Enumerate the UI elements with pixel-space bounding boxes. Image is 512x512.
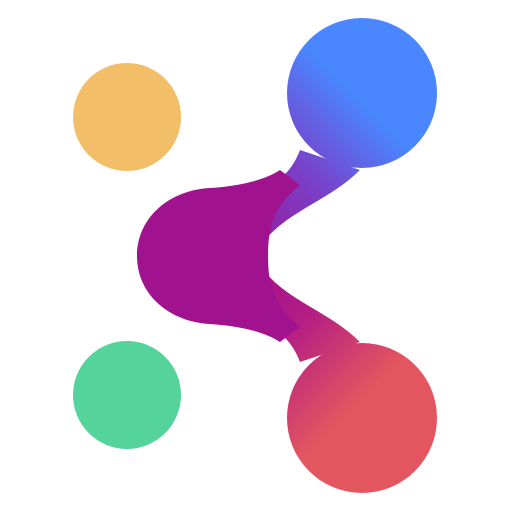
center-hub [137, 170, 300, 342]
yellow-node-dot [73, 63, 181, 171]
green-node-dot [73, 341, 181, 449]
app-icon-canvas [0, 0, 512, 512]
share-network-icon [73, 18, 437, 493]
